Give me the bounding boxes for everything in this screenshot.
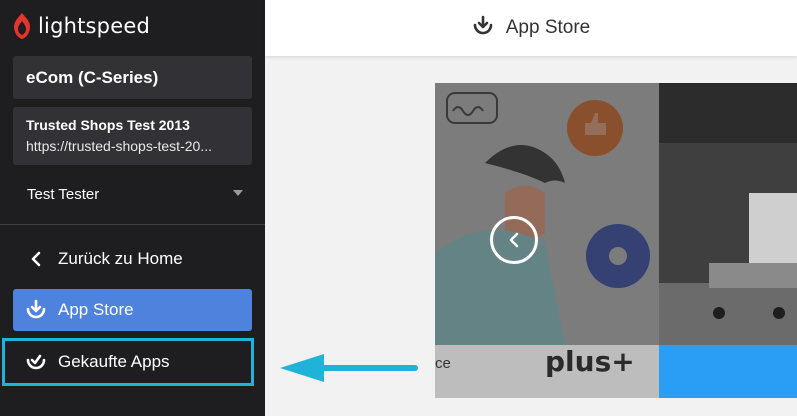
sidebar-divider	[0, 224, 265, 225]
nav-back-label: Zurück zu Home	[58, 249, 183, 268]
arrow-left-icon	[280, 354, 418, 382]
download-tray-icon	[472, 15, 494, 42]
chevron-left-icon	[25, 251, 47, 267]
warehouse-image	[659, 83, 797, 345]
nav-purchased-apps[interactable]: Gekaufte Apps	[2, 338, 254, 386]
store-selector[interactable]: eCom (C-Series)	[13, 56, 252, 99]
flame-icon	[14, 13, 30, 39]
carousel-prev-button[interactable]	[490, 216, 538, 264]
shop-title: Trusted Shops Test 2013	[26, 117, 190, 133]
shop-info[interactable]: Trusted Shops Test 2013 https://trusted-…	[13, 107, 252, 165]
logo-text: lightspeed	[38, 14, 150, 38]
page-header: App Store	[265, 0, 797, 56]
nav-app-store-label: App Store	[58, 300, 134, 319]
user-name: Test Tester	[27, 186, 100, 203]
store-name: eCom (C-Series)	[26, 68, 159, 87]
chevron-left-icon	[509, 232, 519, 248]
nav-purchased-label: Gekaufte Apps	[58, 352, 170, 371]
page-title: App Store	[505, 17, 591, 38]
check-tray-icon	[25, 351, 47, 373]
banner-partial-text: ce	[435, 355, 451, 372]
user-menu[interactable]: Test Tester	[27, 186, 243, 206]
caret-down-icon	[233, 190, 243, 196]
nav-back-home[interactable]: Zurück zu Home	[13, 238, 252, 280]
lightspeed-logo[interactable]: lightspeed	[12, 10, 150, 42]
featured-carousel[interactable]: ce plus+	[435, 83, 797, 398]
shop-url: https://trusted-shops-test-20...	[26, 138, 212, 154]
sidebar: lightspeed eCom (C-Series) Trusted Shops…	[0, 0, 265, 416]
banner-plus-text: plus+	[545, 345, 635, 378]
nav-app-store[interactable]: App Store	[13, 289, 252, 331]
download-tray-icon	[25, 299, 47, 321]
banner-blue-strip	[659, 345, 797, 398]
